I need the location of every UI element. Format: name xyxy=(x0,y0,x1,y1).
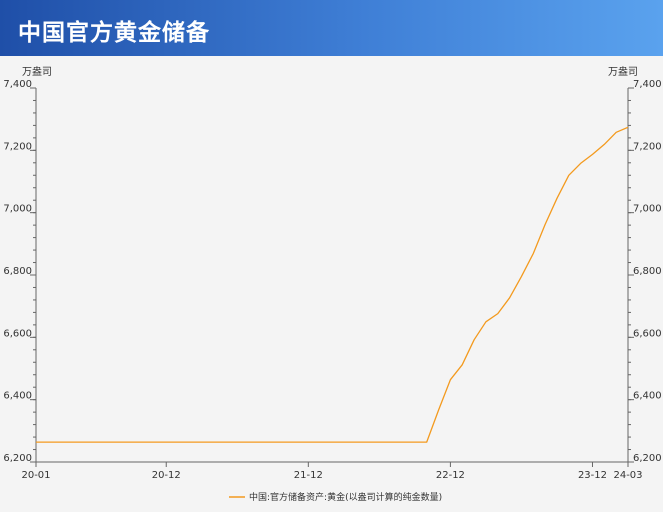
series-line xyxy=(36,126,629,443)
x-tick-label: 20-12 xyxy=(152,470,181,481)
y-tick-label-right: 6,400 xyxy=(633,391,662,402)
y-tick-label-right: 7,400 xyxy=(633,79,662,90)
y-tick-label-right: 6,800 xyxy=(633,266,662,277)
line-chart: 6,200 6,200 6,400 6,400 6,600 6,600 6,800 6,800… xyxy=(3,65,662,503)
legend-label: 中国:官方储备资产:黄金(以盎司计算的纯金数量) xyxy=(249,491,442,503)
y-tick-label-left: 6,200 xyxy=(3,453,32,464)
chart-area: 6,200 6,200 6,400 6,400 6,600 6,600 6,800 6,800… xyxy=(0,56,663,512)
y-unit-right: 万盎司 xyxy=(608,65,638,78)
y-tick-label-right: 6,600 xyxy=(633,328,662,339)
y-tick-label-right: 6,200 xyxy=(633,453,662,464)
header-banner: 中国官方黄金储备 xyxy=(0,0,663,56)
y-tick-label-left: 7,400 xyxy=(3,79,32,90)
y-tick-label-right: 7,200 xyxy=(633,141,662,152)
y-tick-label-left: 6,800 xyxy=(3,266,32,277)
x-tick-label: 21-12 xyxy=(294,470,323,481)
y-tick-label-left: 6,400 xyxy=(3,391,32,402)
x-tick-label: 20-01 xyxy=(21,470,50,481)
page-title: 中国官方黄金储备 xyxy=(18,20,210,46)
x-tick-label: 23-12 xyxy=(578,470,607,481)
y-tick-label-left: 6,600 xyxy=(3,328,32,339)
x-tick-label: 24-03 xyxy=(613,470,642,481)
y-tick-label-left: 7,000 xyxy=(3,204,32,215)
y-unit-left: 万盎司 xyxy=(22,65,52,78)
y-tick-label-left: 7,200 xyxy=(3,141,32,152)
x-tick-label: 22-12 xyxy=(436,470,465,481)
y-tick-label-right: 7,000 xyxy=(633,204,662,215)
